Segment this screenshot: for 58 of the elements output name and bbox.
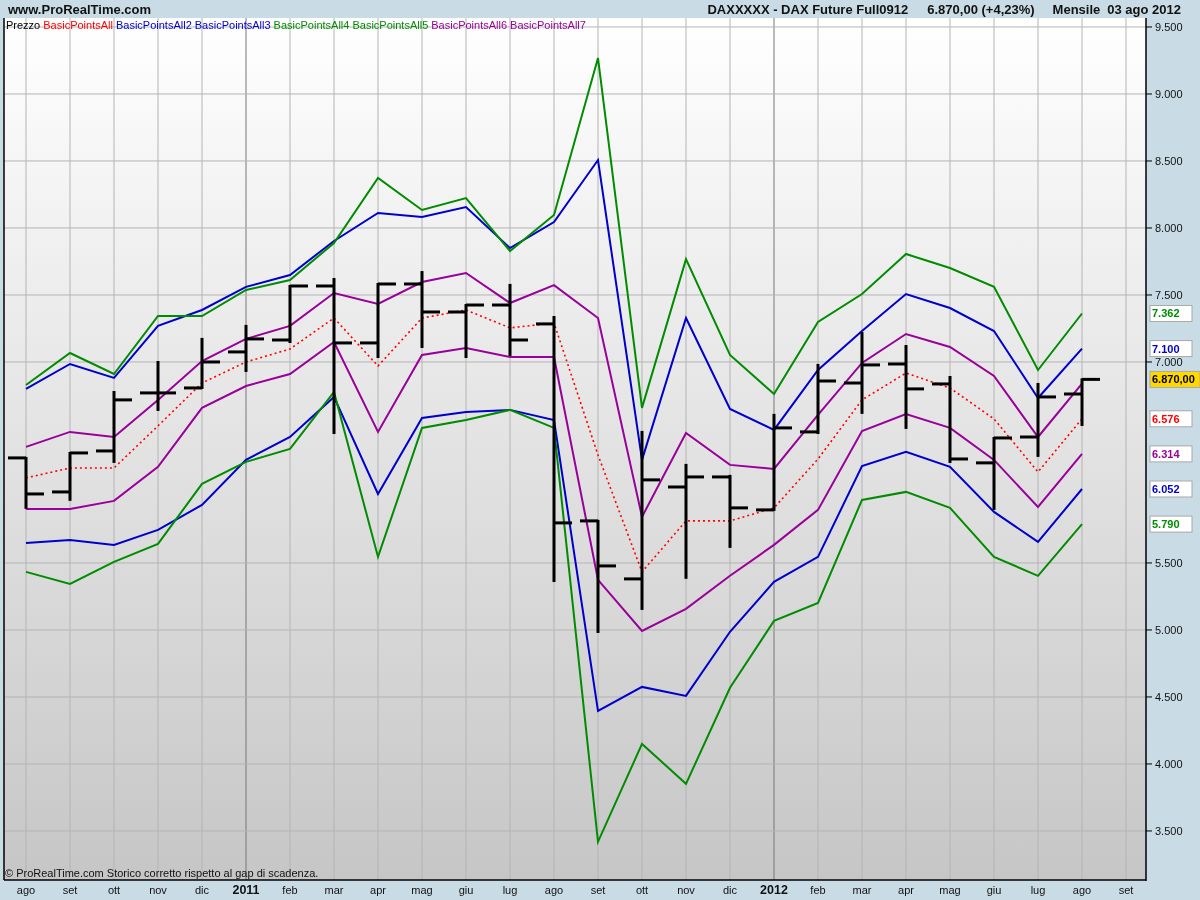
x-axis-label: feb (810, 884, 826, 896)
legend-label: BasicPointsAll7 (510, 19, 586, 31)
legend-label: BasicPointsAll (43, 19, 113, 31)
y-axis-label: 3.500 (1155, 824, 1183, 837)
x-axis-label: nov (677, 884, 695, 896)
x-axis-label: apr (370, 884, 386, 896)
footnote: © ProRealTime.com Storico corretto rispetto al gap di scadenza. (5, 867, 319, 879)
price-tag: 6.576 (1149, 410, 1193, 428)
price-tag: 7.100 (1149, 340, 1193, 358)
price-tag: 5.790 (1149, 515, 1193, 533)
x-axis-label: set (1118, 884, 1134, 896)
legend-label: BasicPointsAll4 (273, 19, 350, 31)
x-axis-label: feb (282, 884, 298, 896)
legend-label: BasicPointsAll6 (431, 19, 508, 31)
period-label: Mensile (1052, 1, 1101, 17)
x-axis-label: giu (458, 884, 474, 896)
x-axis-label: ott (635, 884, 649, 896)
instrument-title: DAXXXXX - DAX Future Full0912 (707, 1, 909, 17)
y-axis-label: 9.000 (1155, 88, 1183, 100)
x-axis-label: set (590, 884, 606, 896)
legend-label: BasicPointsAll3 (194, 19, 271, 31)
price-change: 6.870,00 (+4,23%) (927, 1, 1035, 17)
y-axis-label: 8.500 (1155, 154, 1183, 167)
y-axis-label: 4.500 (1155, 690, 1183, 703)
x-axis-label: lug (1030, 884, 1046, 896)
legend-label: BasicPointsAll5 (352, 19, 429, 31)
y-axis-label: 8.000 (1155, 221, 1183, 234)
x-axis-label: lug (502, 884, 518, 896)
x-axis-label: 2011 (232, 883, 260, 897)
y-axis-label: 7.000 (1155, 355, 1183, 368)
x-axis-label: ago (544, 884, 564, 896)
x-axis-label: mar (852, 884, 872, 896)
x-axis-label: mag (939, 884, 961, 896)
x-axis-label: mar (324, 884, 344, 896)
price-tag: 7.362 (1149, 304, 1193, 322)
x-axis-label: ago (1072, 884, 1092, 896)
price-tag: 6.870,00 (1149, 370, 1200, 388)
legend-label: BasicPointsAll2 (115, 19, 192, 31)
price-tag: 6.314 (1149, 445, 1193, 463)
y-axis-label: 9.500 (1155, 21, 1183, 33)
x-axis-label: 2012 (760, 883, 788, 897)
y-axis-label: 5.000 (1155, 623, 1183, 636)
x-axis-label: dic (194, 884, 210, 896)
x-axis-label: giu (986, 884, 1002, 896)
x-axis-label: ott (107, 884, 121, 896)
x-axis-label: dic (722, 884, 738, 896)
x-axis-label: apr (898, 884, 914, 896)
y-axis-label: 7.500 (1155, 288, 1183, 301)
date-label: 03 ago 2012 (1107, 1, 1181, 17)
x-axis-label: nov (149, 884, 167, 896)
x-axis-label: ago (16, 884, 36, 896)
price-tag: 6.052 (1149, 480, 1193, 498)
y-axis-label: 4.000 (1155, 757, 1183, 770)
x-axis-label: mag (411, 884, 433, 896)
site-url: www.ProRealTime.com (8, 1, 152, 17)
legend-label: Prezzo (6, 19, 41, 31)
x-axis-label: set (62, 884, 78, 896)
y-axis-label: 5.500 (1155, 556, 1183, 569)
